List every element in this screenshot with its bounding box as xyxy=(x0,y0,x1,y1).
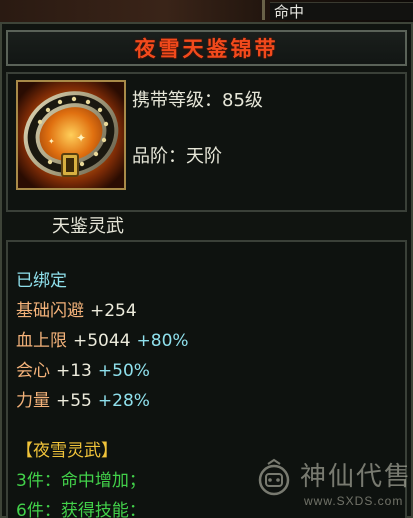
watermark-url: www.SXDS.com xyxy=(304,494,404,508)
panel-edge xyxy=(262,0,265,20)
attribute-value: +254 xyxy=(90,301,137,321)
set-bonus-tier: 6件：获得技能： xyxy=(16,496,146,518)
watermark-text: 神仙代售 xyxy=(300,462,413,492)
belt-icon[interactable]: ✦ ✦ xyxy=(16,80,126,190)
attribute-row: 会心 +13 +50% xyxy=(16,356,150,381)
watermark: 神仙代售 www.SXDS.com xyxy=(248,454,413,516)
item-grade: 品阶：天阶 xyxy=(132,142,222,168)
svg-text:✦: ✦ xyxy=(48,137,55,146)
set-bonus-title: 【夜雪灵武】 xyxy=(16,441,118,461)
item-info-box: ✦ ✦ 携带等级：85级 品阶：天阶 xyxy=(6,72,407,212)
background-panel-label: 命中 xyxy=(270,2,413,20)
attribute-value: +55 xyxy=(56,391,92,411)
item-tooltip: 夜雪天鉴锦带 ✦ ✦ 携带等级：85级 品阶：天阶 天鉴灵武 已绑定 基础闪避 … xyxy=(0,22,413,518)
svg-text:✦: ✦ xyxy=(76,131,86,145)
attribute-row: 基础闪避 +254 xyxy=(16,296,137,321)
carry-level-value: 85级 xyxy=(222,90,263,111)
attribute-value: +5044 xyxy=(73,331,131,351)
attribute-name: 力量 xyxy=(16,391,50,411)
set-bonus-tier: 3件：命中增加； xyxy=(16,466,146,491)
carry-level: 携带等级：85级 xyxy=(132,86,263,112)
item-grade-value: 天阶 xyxy=(186,146,222,167)
attribute-name: 基础闪避 xyxy=(16,301,84,321)
set-tier-pieces: 6件： xyxy=(16,501,61,518)
attribute-bonus: +80% xyxy=(136,331,189,351)
attribute-bonus: +28% xyxy=(97,391,150,411)
item-grade-label: 品阶： xyxy=(132,146,186,167)
set-tier-effect: 获得技能： xyxy=(60,501,146,518)
attribute-name: 会心 xyxy=(16,361,50,381)
set-name: 天鉴灵武 xyxy=(52,216,124,237)
attribute-value: +13 xyxy=(56,361,92,381)
item-title: 夜雪天鉴锦带 xyxy=(134,36,279,61)
attribute-row: 力量 +55 +28% xyxy=(16,386,150,411)
set-tier-effect: 命中增加； xyxy=(60,471,146,491)
set-tier-pieces: 3件： xyxy=(16,471,61,491)
mascot-icon xyxy=(258,458,290,496)
attribute-row: 血上限 +5044 +80% xyxy=(16,326,189,351)
item-title-bar: 夜雪天鉴锦带 xyxy=(6,30,407,66)
attribute-bonus: +50% xyxy=(97,361,150,381)
carry-level-label: 携带等级： xyxy=(132,90,222,111)
attribute-name: 血上限 xyxy=(16,331,67,351)
bound-status: 已绑定 xyxy=(16,271,67,291)
